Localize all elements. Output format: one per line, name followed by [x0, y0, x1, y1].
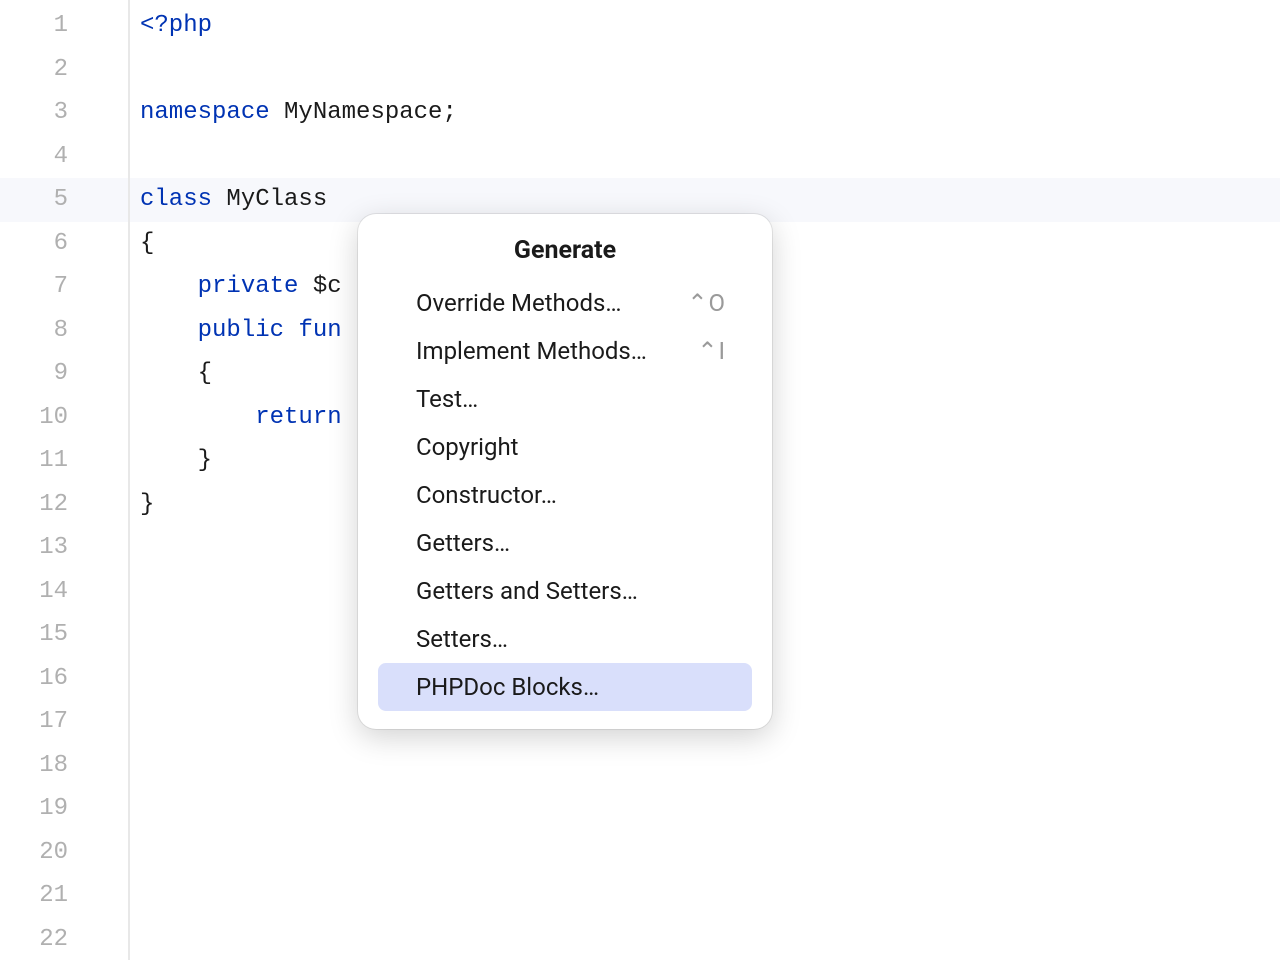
- line-number: 8: [0, 309, 128, 353]
- menu-item-label: Test…: [416, 385, 478, 413]
- menu-item-label: PHPDoc Blocks…: [416, 673, 599, 701]
- menu-item-label: Constructor…: [416, 481, 557, 509]
- code-line[interactable]: namespace MyNamespace;: [140, 91, 1280, 135]
- generate-menu-item[interactable]: Implement Methods… ⌃I: [378, 327, 752, 375]
- popup-title: Generate: [358, 228, 772, 279]
- line-number: 2: [0, 48, 128, 92]
- menu-item-label: Getters…: [416, 529, 510, 557]
- line-number-gutter: 12345678910111213141516171819202122: [0, 0, 130, 960]
- popup-items: Override Methods… ⌃O Implement Methods… ⌃I T…: [358, 279, 772, 711]
- generate-popup: Generate Override Methods… ⌃O Implement Me…: [358, 214, 772, 729]
- line-number: 10: [0, 396, 128, 440]
- menu-item-label: Implement Methods…: [416, 337, 647, 365]
- line-number: 18: [0, 744, 128, 788]
- code-line[interactable]: [140, 874, 1280, 918]
- line-number: 4: [0, 135, 128, 179]
- line-number: 15: [0, 613, 128, 657]
- line-number: 14: [0, 570, 128, 614]
- line-number: 3: [0, 91, 128, 135]
- line-number: 13: [0, 526, 128, 570]
- menu-item-shortcut: ⌃I: [697, 337, 726, 365]
- generate-menu-item[interactable]: PHPDoc Blocks…: [378, 663, 752, 711]
- generate-menu-item[interactable]: Getters…: [378, 519, 752, 567]
- code-line[interactable]: [140, 135, 1280, 179]
- line-number: 6: [0, 222, 128, 266]
- line-number: 11: [0, 439, 128, 483]
- generate-menu-item[interactable]: Override Methods… ⌃O: [378, 279, 752, 327]
- generate-menu-item[interactable]: Setters…: [378, 615, 752, 663]
- generate-menu-item[interactable]: Copyright: [378, 423, 752, 471]
- generate-menu-item[interactable]: Constructor…: [378, 471, 752, 519]
- code-line[interactable]: <?php: [140, 4, 1280, 48]
- menu-item-label: Copyright: [416, 433, 519, 461]
- code-line[interactable]: [140, 787, 1280, 831]
- line-number: 1: [0, 4, 128, 48]
- line-number: 22: [0, 918, 128, 961]
- menu-item-label: Override Methods…: [416, 289, 621, 317]
- line-number: 19: [0, 787, 128, 831]
- line-number: 9: [0, 352, 128, 396]
- line-number: 21: [0, 874, 128, 918]
- line-number: 7: [0, 265, 128, 309]
- menu-item-label: Setters…: [416, 625, 508, 653]
- menu-item-label: Getters and Setters…: [416, 577, 638, 605]
- code-line[interactable]: [140, 48, 1280, 92]
- line-number: 16: [0, 657, 128, 701]
- generate-menu-item[interactable]: Test…: [378, 375, 752, 423]
- menu-item-shortcut: ⌃O: [687, 289, 726, 317]
- line-number: 20: [0, 831, 128, 875]
- code-line[interactable]: [140, 918, 1280, 961]
- code-line[interactable]: [140, 744, 1280, 788]
- line-number: 5: [0, 178, 128, 222]
- code-line[interactable]: [140, 831, 1280, 875]
- generate-menu-item[interactable]: Getters and Setters…: [378, 567, 752, 615]
- line-number: 12: [0, 483, 128, 527]
- line-number: 17: [0, 700, 128, 744]
